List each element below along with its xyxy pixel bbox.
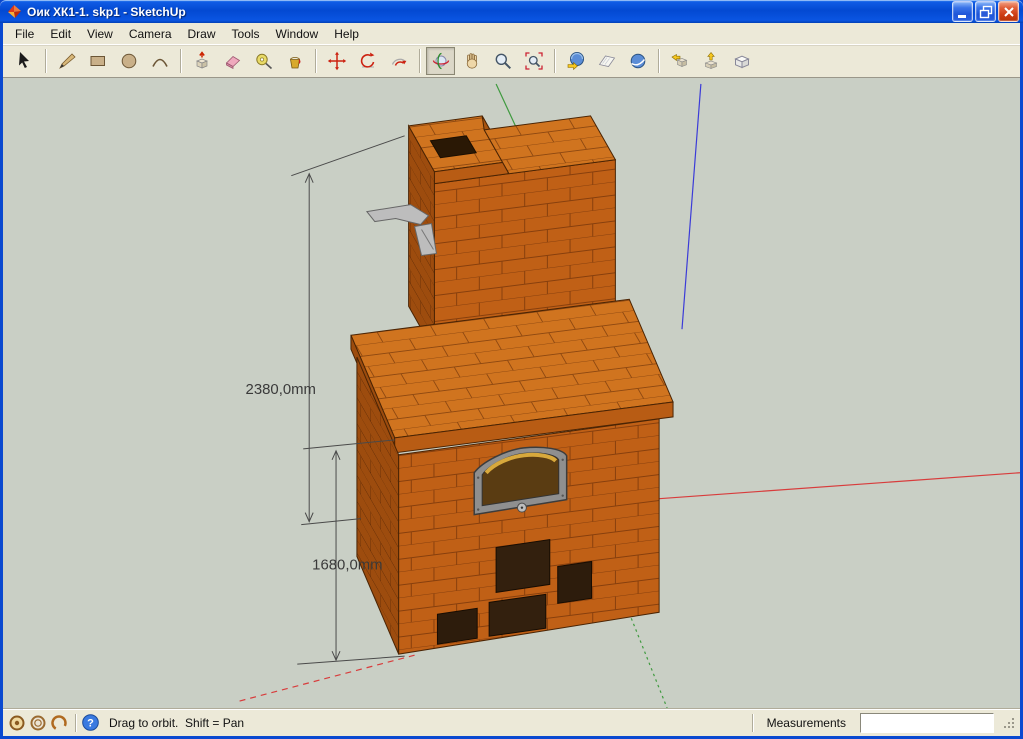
push-pull-tool-button[interactable] [187,47,216,75]
measurements-input[interactable] [860,713,994,733]
push-pull-icon [192,51,212,71]
offset-icon [389,51,409,71]
dimension-label-height-lower: 1680,0mm [312,556,382,573]
menu-bar: File Edit View Camera Draw Tools Window … [3,23,1020,44]
viewport-canvas[interactable]: 2380,0mm 1680,0mm [3,78,1020,708]
measurements-label: Measurements [759,716,854,730]
svg-text:?: ? [87,718,94,730]
minimize-icon [955,4,971,20]
menu-item-file[interactable]: File [7,24,42,44]
get-models-button[interactable] [665,47,694,75]
upload-model-button[interactable] [696,47,725,75]
tape-measure-tool-button[interactable] [249,47,278,75]
status-bar: ? Drag to orbit. Shift = Pan Measurement… [3,708,1020,736]
offset-tool-button[interactable] [384,47,413,75]
pan-hand-icon [462,51,482,71]
paint-bucket-tool-button[interactable] [280,47,309,75]
white-cube-icon [732,51,752,71]
window-controls [952,1,1019,22]
toolbar-separator [180,49,181,73]
orbit-icon [431,51,451,71]
sketchup-window: Оик ХК1-1. skp1 - SketchUp File Edit Vie… [0,0,1023,739]
restore-icon [978,4,994,20]
toolbar-separator [419,49,420,73]
toggle-terrain-button[interactable] [592,47,621,75]
menu-item-help[interactable]: Help [326,24,367,44]
toolbar-separator [554,49,555,73]
zoom-tool-button[interactable] [488,47,517,75]
rectangle-icon [88,51,108,71]
zoom-extents-icon [524,51,544,71]
status-icon-2[interactable] [32,716,45,729]
zoom-extents-tool-button[interactable] [519,47,548,75]
resize-grip[interactable] [1002,716,1016,730]
move-icon [327,51,347,71]
terrain-plane-icon [597,51,617,71]
arc-tool-button[interactable] [145,47,174,75]
move-tool-button[interactable] [322,47,351,75]
rotate-icon [358,51,378,71]
app-icon [6,3,23,20]
select-arrow-icon [15,51,35,71]
help-icon[interactable]: ? [82,714,99,731]
window-body: File Edit View Camera Draw Tools Window … [3,23,1020,736]
statusbar-divider [752,714,753,732]
globe-swoosh-icon [628,51,648,71]
status-icon-3[interactable] [50,714,68,732]
status-context-icons[interactable] [7,713,69,733]
tape-measure-icon [254,51,274,71]
status-hint: Drag to orbit. Shift = Pan [105,716,746,730]
box-arrow-in-icon [670,51,690,71]
menu-item-view[interactable]: View [79,24,121,44]
toolbar-separator [658,49,659,73]
stove-model [351,116,673,654]
box-arrow-up-icon [701,51,721,71]
viewport[interactable]: 2380,0mm 1680,0mm [3,77,1020,708]
pencil-icon [57,51,77,71]
menu-item-draw[interactable]: Draw [180,24,224,44]
toolbar-separator [45,49,46,73]
rotate-tool-button[interactable] [353,47,382,75]
paint-bucket-icon [285,51,305,71]
window-title: Оик ХК1-1. skp1 - SketchUp [27,5,952,19]
close-icon [1001,4,1017,20]
select-tool-button[interactable] [10,47,39,75]
eraser-tool-button[interactable] [218,47,247,75]
status-icon-1[interactable] [11,716,24,729]
pan-tool-button[interactable] [457,47,486,75]
get-current-view-button[interactable] [561,47,590,75]
statusbar-divider [75,714,76,732]
line-tool-button[interactable] [52,47,81,75]
eraser-icon [223,51,243,71]
menu-item-camera[interactable]: Camera [121,24,180,44]
zoom-icon [493,51,513,71]
model-box-button[interactable] [727,47,756,75]
menu-item-window[interactable]: Window [268,24,327,44]
minimize-button[interactable] [952,1,973,22]
dimension-label-height-total: 2380,0mm [246,381,316,398]
arc-icon [150,51,170,71]
rectangle-tool-button[interactable] [83,47,112,75]
circle-tool-button[interactable] [114,47,143,75]
menu-item-edit[interactable]: Edit [42,24,79,44]
orbit-tool-button[interactable] [426,47,455,75]
circle-icon [119,51,139,71]
toolbar-separator [315,49,316,73]
titlebar[interactable]: Оик ХК1-1. skp1 - SketchUp [0,0,1023,23]
close-button[interactable] [998,1,1019,22]
restore-button[interactable] [975,1,996,22]
share-model-button[interactable] [623,47,652,75]
globe-arrow-icon [566,51,586,71]
menu-item-tools[interactable]: Tools [224,24,268,44]
toolbar [3,44,1020,77]
